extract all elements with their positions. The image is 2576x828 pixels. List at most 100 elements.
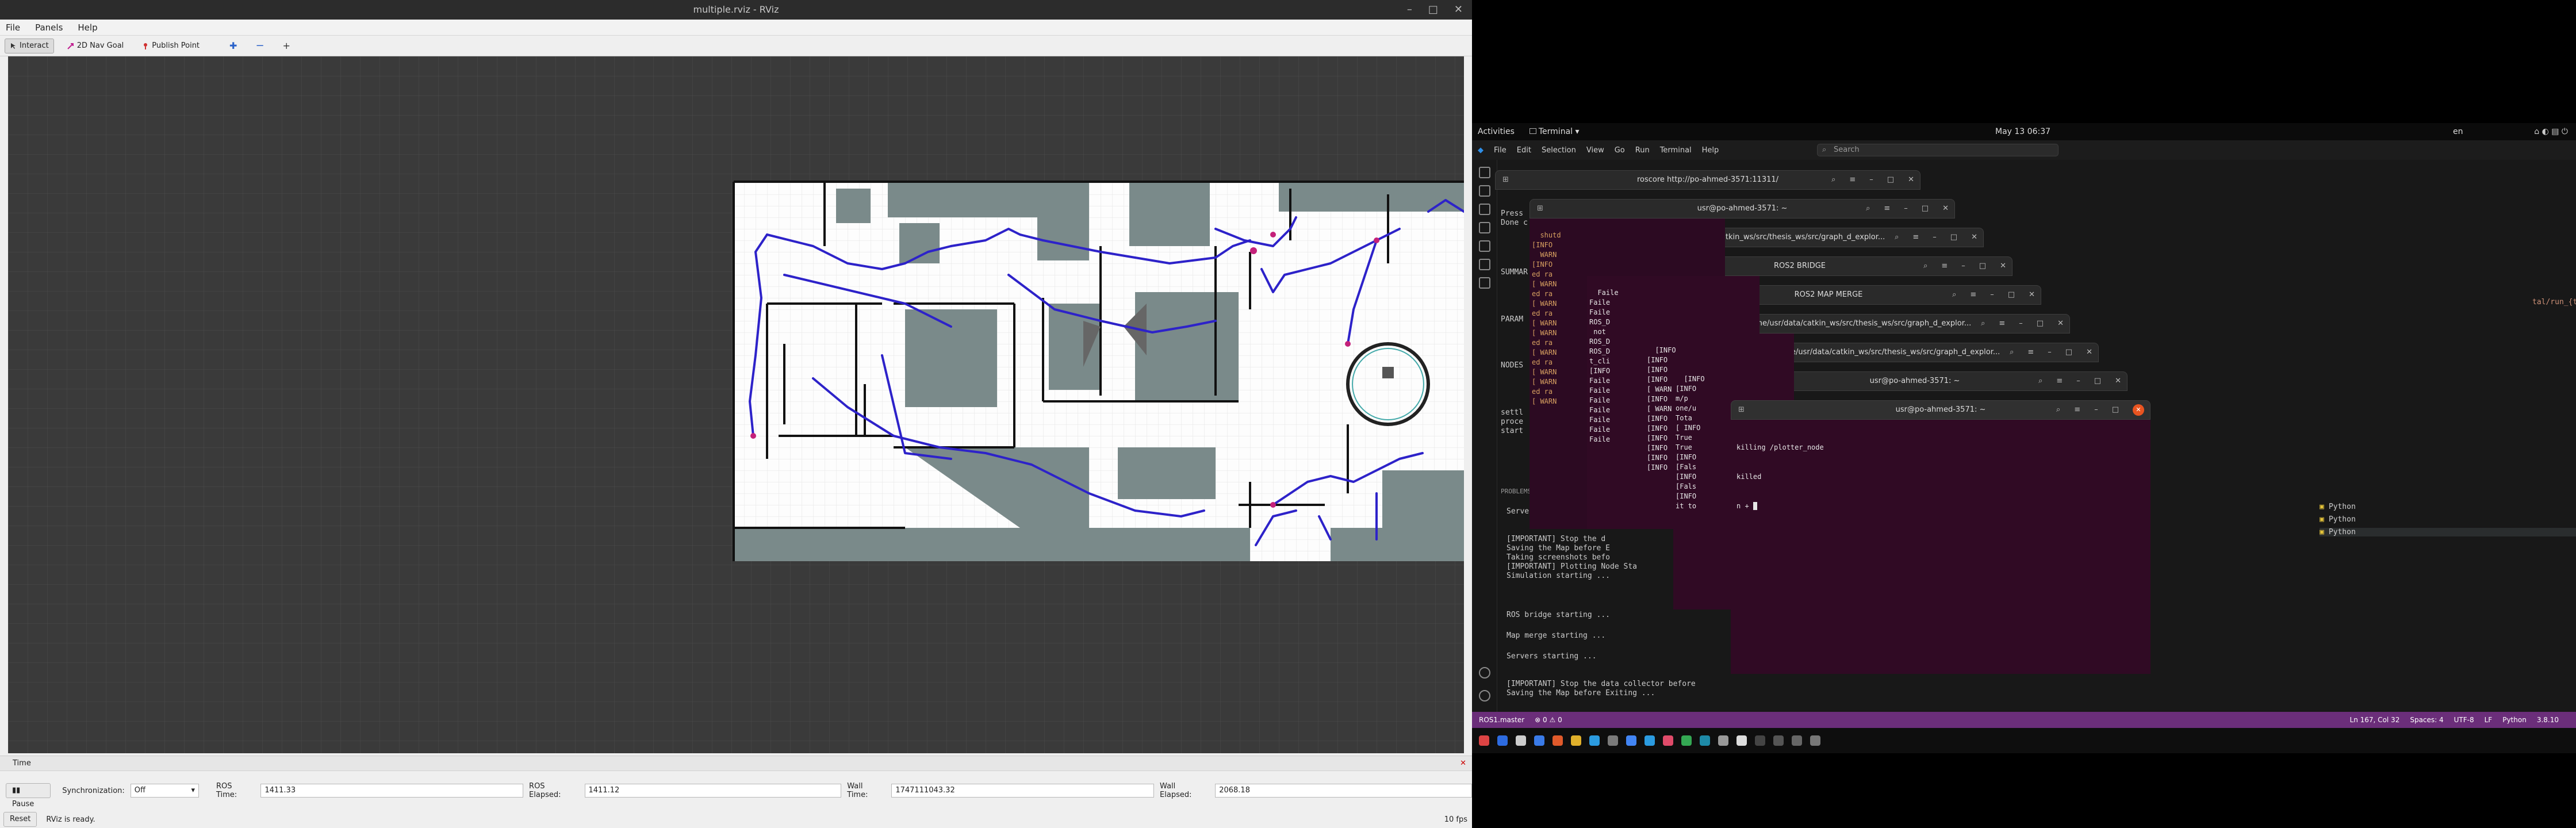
search-icon[interactable]: ⌕ bbox=[1981, 315, 1985, 333]
app-icon[interactable] bbox=[1736, 735, 1747, 746]
app-icon[interactable] bbox=[1663, 735, 1673, 746]
terminal-window-title[interactable]: ⊞ usr@po-ahmed-3571: ~ ⌕ ≡–□ ✕ bbox=[1731, 400, 2150, 420]
maximize-icon[interactable]: □ bbox=[2065, 343, 2072, 362]
menu-icon[interactable]: ≡ bbox=[1999, 315, 2005, 333]
outline-item[interactable]: ▣ Python bbox=[2320, 528, 2576, 536]
maximize-icon[interactable]: □ bbox=[1428, 0, 1438, 20]
menu-help[interactable]: Help bbox=[1702, 146, 1719, 155]
app-icon[interactable] bbox=[1644, 735, 1655, 746]
panel-tab-problems[interactable]: PROBLEMS bbox=[1501, 488, 1531, 495]
app-icon[interactable] bbox=[1589, 735, 1600, 746]
publish-point-tool[interactable]: Publish Point bbox=[137, 39, 205, 53]
move-camera-tool[interactable]: ✚ bbox=[224, 39, 242, 53]
app-icon[interactable] bbox=[1571, 735, 1581, 746]
terminal-window-title[interactable]: ⊞ roscore http://po-ahmed-3571:11311/ ⌕ ≡… bbox=[1495, 170, 1920, 190]
problems-indicator[interactable]: ⊗ 0 ⚠ 0 bbox=[1535, 716, 1562, 724]
app-icon[interactable] bbox=[1792, 735, 1802, 746]
maximize-icon[interactable]: □ bbox=[2112, 401, 2119, 419]
remote-icon[interactable] bbox=[1478, 259, 1490, 270]
ros-elapsed-field[interactable]: 1411.12 bbox=[584, 784, 842, 798]
search-icon[interactable]: ⌕ bbox=[1866, 200, 1870, 218]
close-icon[interactable]: ✕ bbox=[1454, 0, 1463, 20]
nav-goal-tool[interactable]: 2D Nav Goal bbox=[62, 39, 129, 53]
close-icon[interactable]: ✕ bbox=[2133, 404, 2144, 416]
minimize-icon[interactable]: – bbox=[2048, 343, 2052, 362]
search-icon[interactable]: ⌕ bbox=[2038, 372, 2042, 390]
outline-item[interactable]: ▣Python ⚠ bbox=[2320, 503, 2576, 511]
cursor-position[interactable]: Ln 167, Col 32 bbox=[2350, 716, 2400, 724]
app-icon[interactable] bbox=[1626, 735, 1636, 746]
app-icon[interactable] bbox=[1479, 735, 1489, 746]
close-icon[interactable]: ✕ bbox=[2086, 343, 2092, 362]
encoding[interactable]: UTF-8 bbox=[2454, 716, 2474, 724]
search-icon[interactable]: ⌕ bbox=[1923, 257, 1927, 275]
reset-button[interactable]: Reset bbox=[3, 812, 37, 827]
maximize-icon[interactable]: □ bbox=[1887, 171, 1894, 189]
search-icon[interactable]: ⌕ bbox=[2056, 401, 2060, 419]
command-search[interactable]: ⌕ Search bbox=[1817, 144, 2058, 156]
activities-button[interactable]: Activities bbox=[1478, 127, 1515, 136]
language-mode[interactable]: Python bbox=[2502, 716, 2527, 724]
interact-tool[interactable]: Interact bbox=[5, 38, 54, 53]
close-icon[interactable]: ✕ bbox=[1971, 228, 1977, 247]
maximize-icon[interactable]: □ bbox=[1950, 228, 1957, 247]
minimize-icon[interactable]: – bbox=[1869, 171, 1873, 189]
maximize-icon[interactable]: □ bbox=[2008, 286, 2015, 304]
app-icon[interactable] bbox=[1681, 735, 1692, 746]
minimize-icon[interactable]: – bbox=[1961, 257, 1965, 275]
maximize-icon[interactable]: □ bbox=[2037, 315, 2044, 333]
close-icon[interactable]: ✕ bbox=[1460, 756, 1466, 771]
app-icon[interactable] bbox=[1552, 735, 1563, 746]
clock[interactable]: May 13 06:37 bbox=[1995, 127, 2050, 136]
menu-icon[interactable]: ≡ bbox=[2056, 372, 2063, 390]
app-icon[interactable] bbox=[1534, 735, 1544, 746]
wall-elapsed-field[interactable]: 2068.18 bbox=[1215, 784, 1472, 798]
source-control-icon[interactable] bbox=[1478, 204, 1490, 215]
search-icon[interactable]: ⌕ bbox=[1895, 228, 1899, 247]
indentation[interactable]: Spaces: 4 bbox=[2410, 716, 2443, 724]
terminal-window-title[interactable]: ⊞ usr@po-ahmed-3571: ~ ⌕ ≡–□ ✕ bbox=[1529, 199, 1955, 218]
branch-indicator[interactable]: ROS1.master bbox=[1479, 716, 1524, 724]
menu-icon[interactable]: ≡ bbox=[1884, 200, 1890, 218]
menu-panels[interactable]: Panels bbox=[35, 22, 63, 33]
minus-tool[interactable]: − bbox=[250, 39, 269, 53]
new-tab-icon[interactable]: ⊞ bbox=[1537, 200, 1543, 218]
menu-run[interactable]: Run bbox=[1635, 146, 1650, 155]
ros-time-field[interactable]: 1411.33 bbox=[260, 784, 524, 798]
minimize-icon[interactable]: – bbox=[1933, 228, 1937, 247]
menu-terminal[interactable]: Terminal bbox=[1660, 146, 1692, 155]
eol[interactable]: LF bbox=[2485, 716, 2493, 724]
explorer-icon[interactable] bbox=[1478, 167, 1490, 178]
python-version[interactable]: 3.8.10 bbox=[2537, 716, 2559, 724]
minimize-icon[interactable]: – bbox=[1990, 286, 1994, 304]
search-icon[interactable]: ⌕ bbox=[1831, 171, 1835, 189]
menu-file[interactable]: File bbox=[1494, 146, 1506, 155]
menu-file[interactable]: File bbox=[6, 22, 20, 33]
add-tool[interactable]: + bbox=[278, 39, 296, 53]
minimize-icon[interactable]: – bbox=[2094, 401, 2098, 419]
close-icon[interactable]: ✕ bbox=[1942, 200, 1949, 218]
terminal-body[interactable]: killing /plotter_node killed n + bbox=[1731, 420, 2150, 674]
menu-icon[interactable]: ≡ bbox=[1912, 228, 1919, 247]
wall-time-field[interactable]: 1747111043.32 bbox=[891, 784, 1155, 798]
menu-help[interactable]: Help bbox=[78, 22, 97, 33]
app-icon[interactable] bbox=[1700, 735, 1710, 746]
menu-icon[interactable]: ≡ bbox=[1849, 171, 1856, 189]
pause-button[interactable]: ▮▮ Pause bbox=[6, 783, 51, 808]
minimize-icon[interactable]: – bbox=[2076, 372, 2080, 390]
extensions-icon[interactable] bbox=[1478, 240, 1490, 252]
settings-icon[interactable] bbox=[1479, 690, 1490, 702]
maximize-icon[interactable]: □ bbox=[1922, 200, 1929, 218]
lang-indicator[interactable]: en bbox=[2453, 127, 2463, 136]
search-icon[interactable] bbox=[1478, 185, 1490, 197]
terminal-app-menu[interactable]: Terminal ▾ bbox=[1529, 127, 1580, 136]
maximize-icon[interactable]: □ bbox=[2094, 372, 2101, 390]
close-icon[interactable]: ✕ bbox=[2000, 257, 2006, 275]
search-icon[interactable]: ⌕ bbox=[1952, 286, 1956, 304]
minimize-icon[interactable]: – bbox=[1407, 0, 1412, 20]
app-icon[interactable] bbox=[1516, 735, 1526, 746]
app-icon[interactable] bbox=[1608, 735, 1618, 746]
app-icon[interactable] bbox=[1718, 735, 1728, 746]
outline-item[interactable]: ▣Python ⚠ bbox=[2320, 515, 2576, 524]
minimize-icon[interactable]: – bbox=[2019, 315, 2023, 333]
